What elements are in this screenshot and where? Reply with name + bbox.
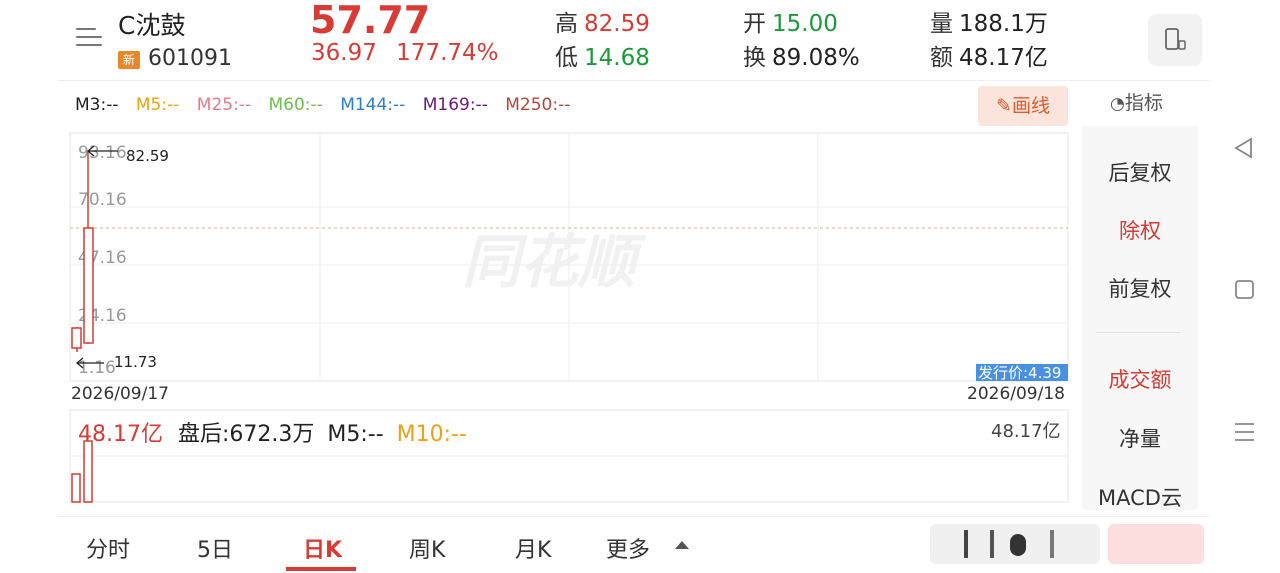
max-price-marker: 82.59 [126,147,169,165]
volume-amount: 48.17亿 [78,422,163,447]
candle-day-2 [83,227,94,344]
back-nav-icon[interactable] [1232,137,1256,159]
issue-price-label: 发行价:4.39 [978,364,1061,382]
volume-legend: 48.17亿 盘后:672.3万 M5:-- M10:-- [78,416,467,448]
blurred-mark [1010,534,1026,556]
caret-up-icon[interactable] [672,538,692,552]
date-start-label: 2026/09/17 [71,384,169,404]
volume-bar-day-1 [71,473,81,503]
option-forward-adjusted[interactable]: 前复权 [1082,273,1198,303]
y-tick-label: 1.16 [78,358,116,378]
y-tick-label: 70.16 [78,190,127,210]
home-nav-icon[interactable] [1234,279,1256,301]
blurred-primary-button[interactable] [1108,524,1204,564]
tab-monthly-k[interactable]: 月K [515,532,551,564]
volume-max-value: 48.17亿 [991,421,1061,442]
option-net-volume[interactable]: 净量 [1082,423,1198,453]
recents-nav-icon[interactable] [1234,421,1256,443]
after-hours-volume: 盘后:672.3万 [177,422,315,447]
option-back-adjusted[interactable]: 后复权 [1082,157,1198,187]
tab-intraday[interactable]: 分时 [86,532,130,564]
panel-divider [1096,332,1180,333]
volume-m5: M5:-- [327,422,384,447]
blurred-action-area[interactable] [930,524,1100,564]
tab-weekly-k[interactable]: 周K [409,532,445,564]
candle-day-1 [71,327,82,349]
tabs-divider [58,516,1210,517]
blurred-mark [1050,530,1054,558]
volume-m10: M10:-- [396,422,467,447]
option-turnover-amount[interactable]: 成交额 [1082,364,1198,394]
blurred-mark [964,530,968,558]
watermark-logo: 同花顺 [462,228,647,296]
tab-5day[interactable]: 5日 [197,532,233,564]
date-end-label: 2026/09/18 [967,384,1065,404]
min-price-marker: 11.73 [114,353,157,371]
right-options-panel: 后复权 除权 前复权 成交额 净量 MACD云 [1082,126,1198,510]
blurred-mark [990,530,994,558]
option-macd-cloud[interactable]: MACD云 [1082,482,1198,510]
y-tick-label: 93.16 [78,143,127,163]
tab-more[interactable]: 更多 [606,532,650,564]
active-tab-indicator [286,567,356,571]
volume-bar-day-2 [83,440,93,503]
tab-daily-k[interactable]: 日K [303,532,342,564]
option-ex-rights[interactable]: 除权 [1082,215,1198,245]
